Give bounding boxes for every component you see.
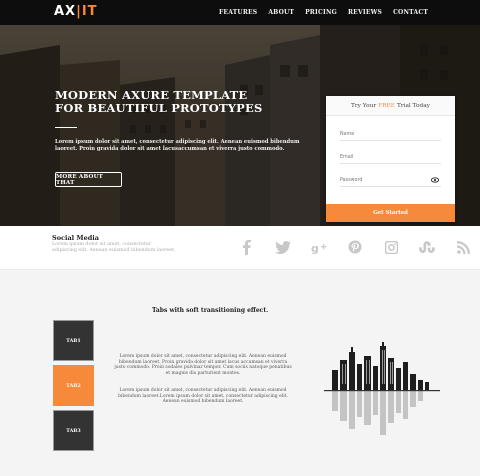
password-field[interactable]: Password: [340, 175, 441, 187]
email-field[interactable]: Email: [340, 152, 441, 164]
nav-link-features[interactable]: FEATURES: [219, 9, 257, 16]
instagram-icon[interactable]: [380, 239, 402, 255]
social-title: Social Media: [52, 234, 99, 242]
facebook-icon[interactable]: [236, 239, 258, 255]
social-icons: g: [236, 239, 474, 255]
email-placeholder: Email: [340, 155, 354, 160]
logo[interactable]: AX|IT: [54, 4, 98, 19]
signup-header-suffix: Trial Today: [396, 102, 430, 109]
top-navbar: AX|IT FEATURES ABOUT PRICING REVIEWS CON…: [0, 0, 480, 25]
tab-3[interactable]: TAB3: [53, 410, 94, 451]
hero-title: MODERN AXURE TEMPLATE FOR BEAUTIFUL PROT…: [55, 89, 262, 115]
tabs-title: Tabs with soft transitioning effect.: [152, 307, 269, 314]
name-placeholder: Name: [340, 132, 355, 137]
nav-link-pricing[interactable]: PRICING: [305, 9, 337, 16]
svg-text:g: g: [311, 242, 319, 254]
social-description: Lorem ipsum dolor sit amet, consectetur …: [52, 242, 176, 254]
nav-link-reviews[interactable]: REVIEWS: [348, 9, 382, 16]
pinterest-icon[interactable]: [344, 239, 366, 255]
nav-link-about[interactable]: ABOUT: [268, 9, 294, 16]
logo-text-left: AX: [54, 4, 77, 19]
twitter-icon[interactable]: [272, 239, 294, 255]
tab-1[interactable]: TAB1: [53, 320, 94, 361]
social-media-bar: Social Media Lorem ipsum dolor sit amet,…: [0, 226, 480, 270]
hero-description: Lorem ipsum dolor sit amet, consectetur …: [55, 139, 300, 153]
nav-link-contact[interactable]: CONTACT: [393, 9, 428, 16]
tab-2[interactable]: TAB2: [53, 365, 94, 406]
name-field[interactable]: Name: [340, 129, 441, 141]
signup-header: Try Your FREE Trial Today: [326, 96, 455, 116]
nav-links: FEATURES ABOUT PRICING REVIEWS CONTACT: [219, 9, 428, 16]
tab-paragraph-2: Lorem ipsum dolor sit amet, consectetur …: [118, 388, 288, 405]
tabs-section: Tabs with soft transitioning effect. TAB…: [0, 270, 480, 476]
rss-icon[interactable]: [452, 239, 474, 255]
hero-divider: [55, 127, 77, 128]
get-started-button[interactable]: Get Started: [326, 204, 455, 222]
tab-paragraph-1: Lorem ipsum dolor sit amet, consectetur …: [114, 354, 292, 376]
google-plus-icon[interactable]: g: [308, 239, 330, 255]
more-about-button[interactable]: MORE ABOUT THAT: [55, 172, 122, 187]
stumbleupon-icon[interactable]: [416, 239, 438, 255]
signup-header-free: FREE: [378, 102, 395, 109]
eye-icon[interactable]: [431, 177, 439, 183]
signup-header-prefix: Try Your: [351, 102, 377, 109]
hero-section: MODERN AXURE TEMPLATE FOR BEAUTIFUL PROT…: [0, 25, 480, 226]
hero-title-line2: FOR BEAUTIFUL PROTOTYPES: [55, 101, 263, 115]
password-placeholder: Password: [340, 178, 363, 183]
logo-text-right: IT: [81, 4, 98, 19]
signup-form: Try Your FREE Trial Today Name Email Pas…: [326, 96, 455, 222]
city-skyline-image: [324, 342, 440, 435]
